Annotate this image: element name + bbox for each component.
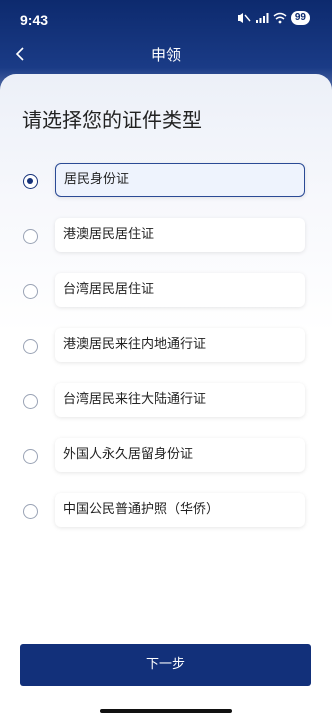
mute-icon (237, 13, 251, 23)
section-heading: 请选择您的证件类型 (22, 108, 202, 132)
home-indicator[interactable] (100, 709, 232, 713)
radio-button[interactable] (23, 174, 38, 189)
option-label[interactable]: 居民身份证 (55, 163, 305, 197)
option-passport-overseas-chinese[interactable]: 中国公民普通护照（华侨） (0, 493, 332, 529)
option-label[interactable]: 台湾居民来往大陆通行证 (55, 383, 305, 417)
option-taiwan-residence-permit[interactable]: 台湾居民居住证 (0, 273, 332, 309)
option-taiwan-travel-permit[interactable]: 台湾居民来往大陆通行证 (0, 383, 332, 419)
status-time: 9:43 (20, 12, 49, 28)
option-label[interactable]: 台湾居民居住证 (55, 273, 305, 307)
radio-button[interactable] (23, 229, 38, 244)
signal-icon (255, 13, 269, 23)
option-hk-macao-residence-permit[interactable]: 港澳居民居住证 (0, 218, 332, 254)
radio-button[interactable] (23, 339, 38, 354)
status-bar: 9:43 99 (0, 0, 332, 40)
radio-button[interactable] (23, 504, 38, 519)
option-label[interactable]: 中国公民普通护照（华侨） (55, 493, 305, 527)
radio-button[interactable] (23, 394, 38, 409)
wifi-icon (273, 12, 287, 24)
option-label[interactable]: 港澳居民来往内地通行证 (55, 328, 305, 362)
radio-button[interactable] (23, 284, 38, 299)
status-icons: 99 (237, 11, 310, 25)
option-hk-macao-travel-permit[interactable]: 港澳居民来往内地通行证 (0, 328, 332, 364)
next-button[interactable]: 下一步 (20, 644, 311, 686)
option-label[interactable]: 港澳居民居住证 (55, 218, 305, 252)
option-id-card[interactable]: 居民身份证 (0, 163, 332, 199)
option-foreigner-permanent-residence[interactable]: 外国人永久居留身份证 (0, 438, 332, 474)
page-title: 申领 (150, 46, 181, 64)
radio-button[interactable] (23, 449, 38, 464)
battery-indicator: 99 (290, 11, 310, 25)
nav-bar: 申领 (0, 36, 332, 72)
option-label[interactable]: 外国人永久居留身份证 (55, 438, 305, 472)
